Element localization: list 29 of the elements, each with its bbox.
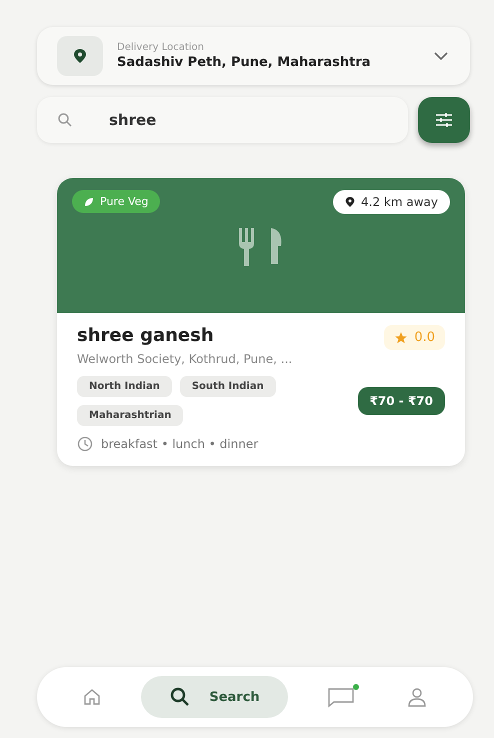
- pure-veg-badge: Pure Veg: [72, 190, 160, 213]
- cuisine-tag: South Indian: [180, 376, 276, 397]
- search-icon: [57, 112, 73, 128]
- search-field[interactable]: shree: [37, 97, 408, 143]
- location-value: Sadashiv Peth, Pune, Maharashtra: [117, 55, 372, 70]
- restaurant-card[interactable]: Pure Veg 4.2 km away shree ganesh 0.0 Welworth Society, Kothrud, Pune, ... North Indian South Indian Maharashtrian ₹70 - ₹70 breakfast • lunch • dinner: [57, 178, 465, 466]
- search-icon: [169, 686, 192, 708]
- distance-badge: 4.2 km away: [333, 190, 450, 214]
- rating-badge: 0.0: [384, 325, 445, 350]
- cuisine-tag: Maharashtrian: [77, 405, 184, 426]
- clock-icon: [77, 436, 93, 452]
- search-tab[interactable]: Search: [141, 676, 288, 718]
- restaurant-name: shree ganesh: [77, 325, 214, 346]
- leaf-icon: [84, 196, 94, 206]
- chat-icon: [326, 686, 355, 708]
- home-icon: [82, 687, 102, 707]
- cuisine-tag: North Indian: [77, 376, 172, 397]
- restaurant-address: Welworth Society, Kothrud, Pune, ...: [77, 352, 294, 366]
- meal-times: breakfast • lunch • dinner: [101, 437, 258, 451]
- filter-button[interactable]: [418, 97, 470, 143]
- location-label: Delivery Location: [117, 42, 205, 53]
- star-icon: [394, 330, 408, 344]
- location-selector[interactable]: Delivery Location Sadashiv Peth, Pune, Maharashtra: [37, 27, 470, 85]
- price-badge: ₹70 - ₹70: [358, 387, 445, 415]
- location-pin-icon: [345, 196, 356, 208]
- sliders-icon: [435, 112, 453, 128]
- location-pin-icon: [73, 48, 87, 64]
- chevron-down-icon: [434, 52, 448, 60]
- profile-icon: [406, 686, 428, 708]
